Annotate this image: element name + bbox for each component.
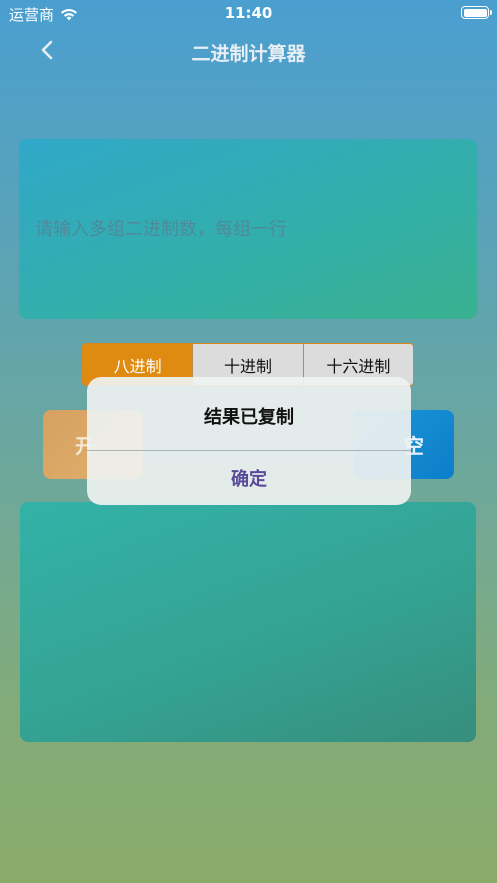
navigation-bar: 二进制计算器 (0, 30, 497, 74)
page-title: 二进制计算器 (191, 43, 306, 65)
status-bar: 运营商 11:40 (0, 0, 497, 26)
binary-input-card (19, 139, 477, 319)
alert-title: 结果已复制 (204, 407, 294, 428)
copied-alert: 结果已复制 确定 (87, 377, 411, 505)
alert-confirm-button[interactable]: 确定 (87, 451, 411, 505)
result-output-card (20, 502, 476, 742)
battery-icon (461, 6, 492, 19)
binary-input[interactable] (35, 139, 461, 319)
status-time: 11:40 (224, 4, 273, 22)
